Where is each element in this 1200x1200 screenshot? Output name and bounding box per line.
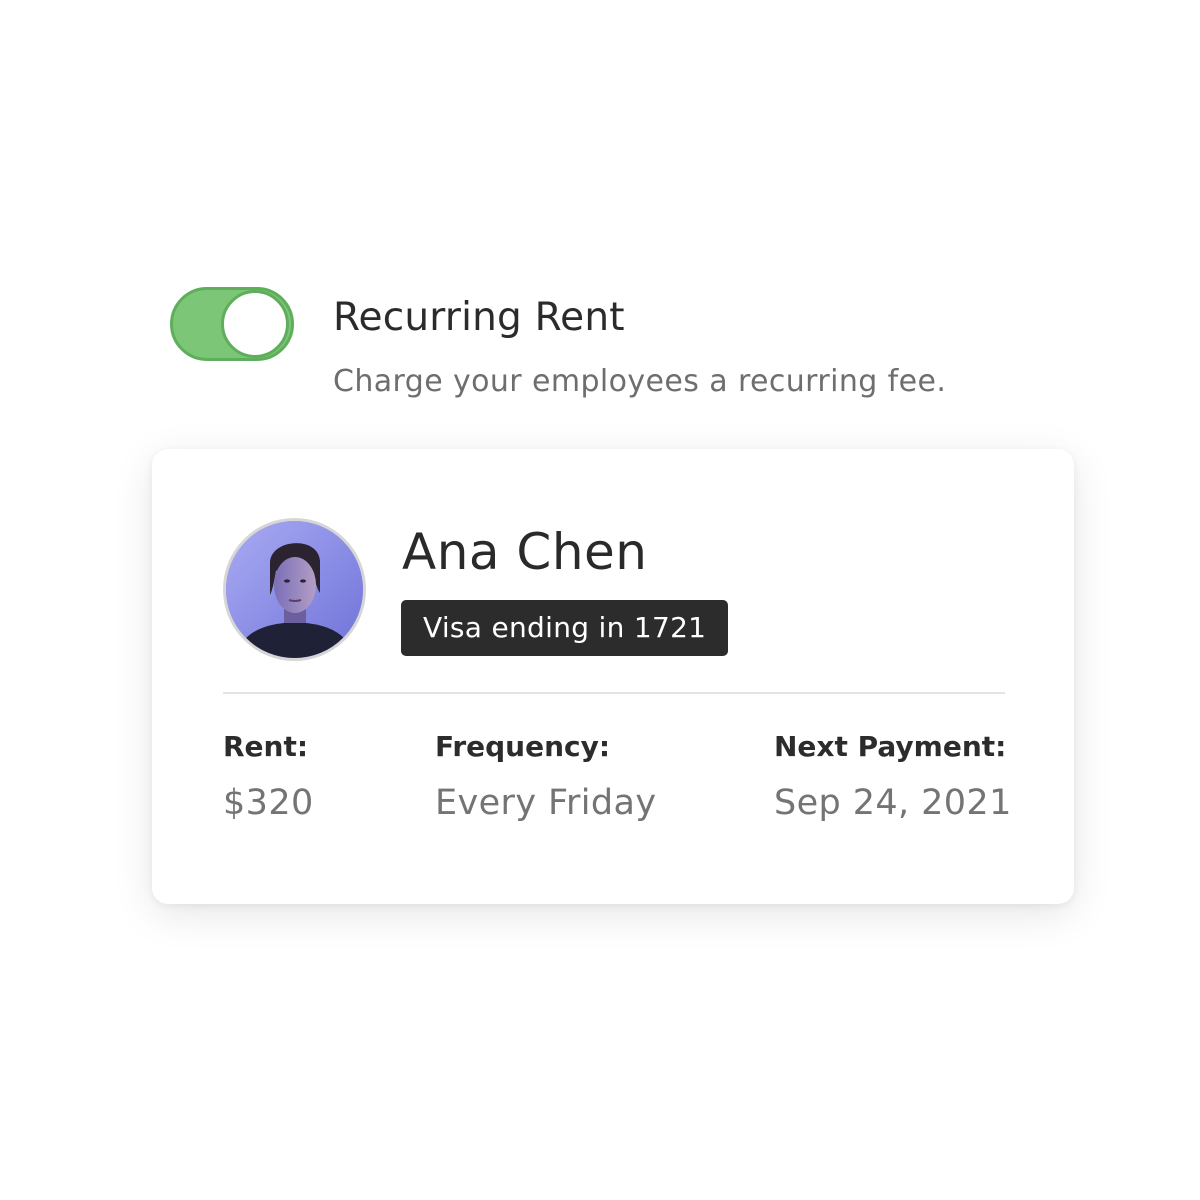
- recurring-rent-toggle[interactable]: [170, 287, 294, 361]
- next-payment-label: Next Payment:: [774, 730, 1007, 763]
- frequency-field: Frequency: Every Friday: [435, 727, 656, 825]
- rent-field: Rent: $320: [223, 727, 314, 825]
- frequency-label: Frequency:: [435, 730, 611, 763]
- next-payment-value: Sep 24, 2021: [774, 783, 1012, 823]
- rent-value: $320: [223, 783, 314, 823]
- divider: [223, 692, 1005, 694]
- frequency-value: Every Friday: [435, 783, 657, 823]
- setting-title: Recurring Rent: [333, 295, 625, 340]
- setting-description: Charge your employees a recurring fee.: [333, 364, 947, 399]
- tenant-name: Ana Chen: [402, 523, 648, 581]
- rent-label: Rent:: [223, 730, 309, 763]
- avatar: [223, 518, 366, 661]
- page: Recurring Rent Charge your employees a r…: [0, 0, 1200, 1200]
- payment-method-badge: Visa ending in 1721: [401, 600, 729, 656]
- tenant-card: Ana Chen Visa ending in 1721 Rent: $320 …: [152, 449, 1074, 904]
- toggle-knob: [221, 290, 289, 358]
- next-payment-field: Next Payment: Sep 24, 2021: [774, 727, 1012, 825]
- user-photo-icon: [226, 521, 363, 658]
